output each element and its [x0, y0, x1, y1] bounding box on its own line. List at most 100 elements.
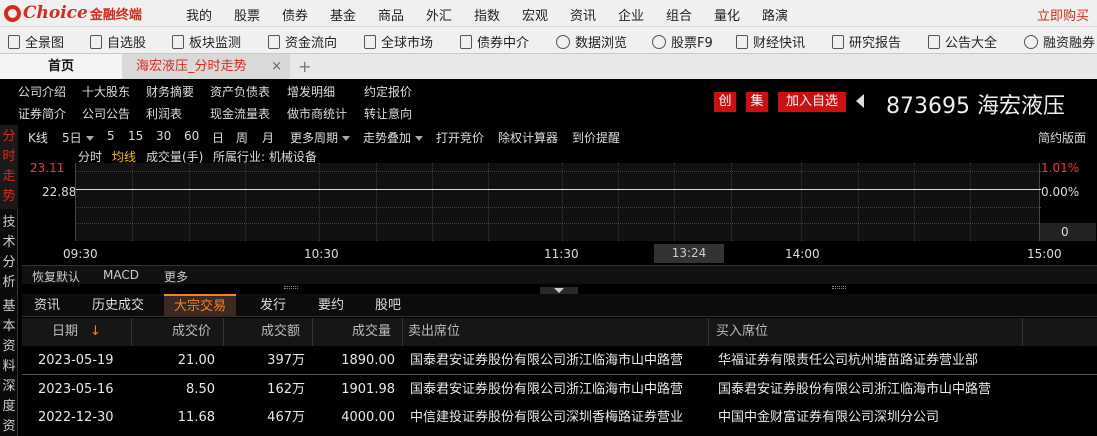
- col-buyer[interactable]: 买入席位: [716, 318, 768, 346]
- vtab-intraday[interactable]: 分时走势: [0, 125, 18, 209]
- f10-company-intro[interactable]: 公司介绍: [18, 83, 66, 100]
- close-tab-icon[interactable]: ×: [271, 54, 282, 79]
- cell-date: 2023-05-19: [38, 353, 114, 368]
- vtab-depth[interactable]: 深度资: [0, 375, 18, 436]
- f10-transfer-intent[interactable]: 转让意向: [364, 105, 412, 122]
- menu-item-forex[interactable]: 外汇: [426, 5, 452, 24]
- tool-watchlist[interactable]: 自选股: [90, 32, 146, 51]
- choice-logo[interactable]: Choice 金融终端: [4, 3, 142, 23]
- menu-item-bonds[interactable]: 债券: [282, 5, 308, 24]
- menu-item-mine[interactable]: 我的: [186, 5, 212, 24]
- f10-additional-issue[interactable]: 增发明细: [287, 83, 335, 100]
- period-30[interactable]: 30: [156, 129, 171, 143]
- f10-top10-holders[interactable]: 十大股东: [82, 83, 130, 100]
- f10-announcements[interactable]: 公司公告: [82, 105, 130, 122]
- tool-finance-flash[interactable]: 财经快讯: [736, 32, 805, 51]
- tab-home[interactable]: 首页: [0, 54, 122, 79]
- menu-item-roadshow[interactable]: 路演: [762, 5, 788, 24]
- f10-income-statement[interactable]: 利润表: [146, 105, 182, 122]
- vtab-basic-info[interactable]: 基本资料: [0, 295, 18, 379]
- col-volume[interactable]: 成交量: [352, 318, 391, 346]
- tool-sector-monitor[interactable]: 板块监测: [172, 32, 241, 51]
- prev-stock-arrow-icon[interactable]: [856, 94, 864, 108]
- tab-block-trades[interactable]: 大宗交易: [164, 294, 237, 317]
- menu-item-quant[interactable]: 量化: [714, 5, 740, 24]
- tool-data-browse[interactable]: 数据浏览: [556, 32, 627, 51]
- volume-value-box: 0: [1040, 223, 1096, 241]
- collection-badge-button[interactable]: 集: [746, 92, 768, 112]
- reset-default-button[interactable]: 恢复默认: [32, 268, 80, 285]
- f10-cash-flow[interactable]: 现金流量表: [210, 105, 270, 122]
- tool-capital-flow[interactable]: 资金流向: [268, 32, 337, 51]
- intraday-chart[interactable]: [75, 163, 1041, 241]
- simple-layout-button[interactable]: 简约版面: [1038, 129, 1086, 146]
- tool-margin-trading[interactable]: 融资融券: [1024, 32, 1095, 51]
- menu-item-enterprise[interactable]: 企业: [618, 5, 644, 24]
- col-amount[interactable]: 成交额: [261, 318, 300, 346]
- menu-item-news[interactable]: 资讯: [570, 5, 596, 24]
- period-week[interactable]: 周: [236, 129, 248, 146]
- tab-news[interactable]: 资讯: [24, 294, 70, 317]
- tab-history-trades[interactable]: 历史成交: [82, 294, 154, 317]
- buy-now-link[interactable]: 立即购买: [1037, 5, 1089, 24]
- open-auction-button[interactable]: 打开竞价: [436, 129, 484, 146]
- tab-tender-offer[interactable]: 要约: [308, 294, 354, 317]
- price-alert-button[interactable]: 到价提醒: [572, 129, 620, 146]
- menu-item-commodities[interactable]: 商品: [378, 5, 404, 24]
- tab-stock-forum[interactable]: 股吧: [365, 294, 411, 317]
- period-60[interactable]: 60: [184, 129, 199, 143]
- grid-line: [731, 163, 732, 241]
- grid-line: [245, 163, 246, 241]
- ex-rights-calculator-button[interactable]: 除权计算器: [498, 129, 558, 146]
- kline-button[interactable]: K线: [28, 129, 48, 146]
- period-month[interactable]: 月: [262, 129, 274, 146]
- y-axis-mid-pct: 0.00%: [1041, 185, 1080, 199]
- more-periods-dropdown[interactable]: 更多周期: [290, 129, 351, 146]
- macd-button[interactable]: MACD: [103, 268, 139, 282]
- menu-item-index[interactable]: 指数: [474, 5, 500, 24]
- table-row[interactable]: 2023-05-16 8.50 162万 1901.98 国泰君安证券股份有限公…: [22, 376, 1097, 404]
- menu-item-macro[interactable]: 宏观: [522, 5, 548, 24]
- period-dropdown[interactable]: 5日: [62, 129, 94, 146]
- innovation-badge-button[interactable]: 创: [714, 92, 736, 112]
- menu-item-portfolio[interactable]: 组合: [666, 5, 692, 24]
- tool-announcements[interactable]: 公告大全: [928, 32, 997, 51]
- resize-handle[interactable]: [284, 286, 298, 289]
- menu-item-stocks[interactable]: 股票: [234, 5, 260, 24]
- overlay-label: 走势叠加: [363, 131, 412, 145]
- vtab-technical[interactable]: 技术分析: [0, 211, 18, 295]
- period-15[interactable]: 15: [128, 129, 143, 143]
- col-price[interactable]: 成交价: [172, 318, 211, 346]
- stock-code: 873695: [886, 94, 970, 119]
- add-tab-icon[interactable]: +: [298, 54, 311, 79]
- tool-stock-f9[interactable]: 股票F9: [652, 32, 713, 51]
- choice-logo-icon: [4, 4, 21, 22]
- resize-handle[interactable]: [832, 286, 846, 289]
- cell-amount: 467万: [267, 410, 305, 425]
- col-seller[interactable]: 卖出席位: [408, 318, 460, 346]
- cell-seller: 国泰君安证券股份有限公司浙江临海市山中路营: [410, 382, 684, 397]
- tab-stock-intraday[interactable]: 海宏液压_分时走势 ×: [122, 54, 290, 79]
- period-day[interactable]: 日: [212, 129, 224, 146]
- overlay-dropdown[interactable]: 走势叠加: [363, 129, 424, 146]
- grid-line: [376, 163, 377, 241]
- tab-issuance[interactable]: 发行: [250, 294, 296, 317]
- f10-balance-sheet[interactable]: 资产负债表: [210, 83, 270, 100]
- tool-research-report[interactable]: 研究报告: [832, 32, 901, 51]
- tool-global-market[interactable]: 全球市场: [364, 32, 433, 51]
- margin-icon: [1024, 34, 1038, 49]
- f10-agreed-quote[interactable]: 约定报价: [364, 83, 412, 100]
- grid-line: [189, 163, 190, 241]
- f10-security-brief[interactable]: 证券简介: [18, 105, 66, 122]
- menu-item-funds[interactable]: 基金: [330, 5, 356, 24]
- more-indicators-button[interactable]: 更多: [164, 268, 188, 285]
- table-row[interactable]: 2023-05-19 21.00 397万 1890.00 国泰君安证券股份有限…: [22, 347, 1097, 375]
- tool-panorama[interactable]: 全景图: [8, 32, 64, 51]
- add-to-watchlist-button[interactable]: 加入自选: [778, 92, 846, 112]
- table-row[interactable]: 2022-12-30 11.68 467万 4000.00 中信建投证券股份有限…: [22, 404, 1097, 432]
- col-date[interactable]: 日期 ↓: [52, 318, 101, 346]
- f10-market-maker-stats[interactable]: 做市商统计: [287, 105, 347, 122]
- f10-financial-summary[interactable]: 财务摘要: [146, 83, 194, 100]
- period-5[interactable]: 5: [107, 129, 115, 143]
- tool-bond-broker[interactable]: 债券中介: [460, 32, 529, 51]
